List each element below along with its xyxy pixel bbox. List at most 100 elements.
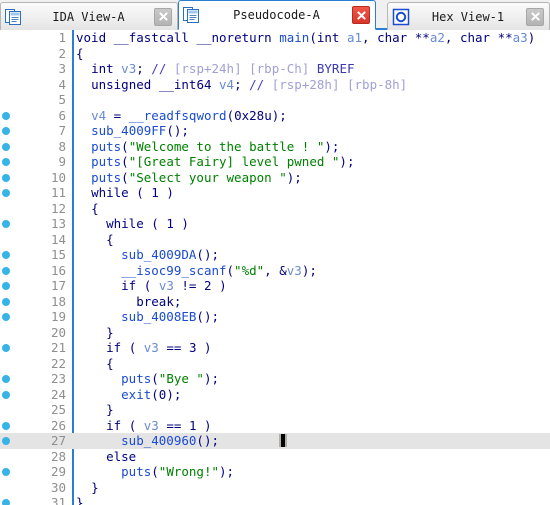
line-number: 28 <box>50 448 66 464</box>
hex-icon <box>392 8 410 26</box>
line-source: break; <box>136 293 182 309</box>
line-number: 13 <box>50 216 66 231</box>
code-line[interactable]: 9 puts("[Great Fairy] level pwned "); <box>0 154 550 170</box>
line-source: { <box>91 200 99 216</box>
line-number: 27 <box>50 433 66 448</box>
line-source: { <box>106 355 114 371</box>
line-source: if ( v3 == 3 ) <box>106 340 212 355</box>
line-number: 2 <box>58 45 66 61</box>
code-line[interactable]: 27 sub_400960(); <box>0 433 550 449</box>
code-line[interactable]: 20 } <box>0 325 550 341</box>
code-line[interactable]: 18 break; <box>0 294 550 310</box>
line-number: 30 <box>50 479 66 495</box>
code-line[interactable]: 23 puts("Bye "); <box>0 371 550 387</box>
code-line[interactable]: 24 exit(0); <box>0 387 550 403</box>
code-line[interactable]: 14 { <box>0 232 550 248</box>
line-source: int v3; // [rsp+24h] [rbp-Ch] BYREF <box>91 61 355 76</box>
code-line[interactable]: 26 if ( v3 == 1 ) <box>0 418 550 434</box>
tab-hex-view-1-close-icon[interactable] <box>526 7 544 26</box>
line-number: 22 <box>50 355 66 371</box>
code-line[interactable]: 28 else <box>0 449 550 465</box>
line-number: 17 <box>50 278 66 293</box>
code-line[interactable]: 16 __isoc99_scanf("%d", &v3); <box>0 263 550 279</box>
code-line[interactable]: 5 <box>0 92 550 108</box>
code-line[interactable]: 25 } <box>0 402 550 418</box>
line-source: else <box>106 448 137 464</box>
line-source: } <box>106 402 114 417</box>
line-number: 14 <box>50 231 66 247</box>
code-line[interactable]: 7 sub_4009FF(); <box>0 123 550 139</box>
line-number: 31 <box>50 495 66 505</box>
tab-hex-view-1[interactable]: Hex View-1 <box>387 2 550 30</box>
tab-pseudocode-a[interactable]: Pseudocode-A <box>178 0 376 30</box>
code-line[interactable]: 2{ <box>0 46 550 62</box>
code-line[interactable]: 3 int v3; // [rsp+24h] [rbp-Ch] BYREF <box>0 61 550 77</box>
line-number: 25 <box>50 402 66 417</box>
line-source: sub_400960(); <box>121 433 219 448</box>
line-source: sub_4009DA(); <box>121 247 219 262</box>
tab-label: Hex View-1 <box>431 9 505 24</box>
line-number: 20 <box>50 324 66 340</box>
code-line[interactable]: 22 { <box>0 356 550 372</box>
code-line[interactable]: 4 unsigned __int64 v4; // [rsp+28h] [rbp… <box>0 77 550 93</box>
line-number: 16 <box>50 262 66 278</box>
tab-bar: IDA View-A Pseudocode-A Hex View-1 <box>0 0 550 30</box>
line-source: sub_4008EB(); <box>121 309 219 324</box>
line-source: } <box>91 479 99 495</box>
tab-label: IDA View-A <box>52 9 125 24</box>
line-source: { <box>106 231 114 247</box>
line-source: if ( v3 != 2 ) <box>121 278 227 293</box>
document-icon <box>183 6 201 24</box>
line-source: while ( 1 ) <box>106 216 189 231</box>
code-line[interactable]: 29 puts("Wrong!"); <box>0 464 550 480</box>
line-number: 8 <box>58 138 66 154</box>
code-lines: 1 void __fastcall __noreturn main(int a1,… <box>0 30 550 505</box>
line-source: __isoc99_scanf("%d", &v3); <box>121 262 317 278</box>
line-number: 1 <box>58 30 66 45</box>
code-line[interactable]: 12 { <box>0 201 550 217</box>
code-line[interactable]: 10 puts("Select your weapon "); <box>0 170 550 186</box>
code-line[interactable]: 8 puts("Welcome to the battle ! "); <box>0 139 550 155</box>
line-number: 12 <box>50 200 66 216</box>
line-number: 19 <box>50 309 66 324</box>
line-number: 9 <box>58 154 66 169</box>
line-source: while ( 1 ) <box>91 185 174 200</box>
code-line[interactable]: 1 void __fastcall __noreturn main(int a1,… <box>0 30 550 46</box>
line-source: if ( v3 == 1 ) <box>106 417 212 433</box>
line-source: { <box>76 45 84 61</box>
line-number: 11 <box>50 185 66 200</box>
tab-pseudocode-a-close-icon[interactable] <box>352 6 370 24</box>
line-source: puts("Bye "); <box>121 371 220 386</box>
code-line[interactable]: 19 sub_4008EB(); <box>0 309 550 325</box>
code-line[interactable]: 11 while ( 1 ) <box>0 185 550 201</box>
tab-ida-view-a-close-icon[interactable] <box>154 7 172 26</box>
line-number: 5 <box>58 92 66 107</box>
code-line[interactable]: 17 if ( v3 != 2 ) <box>0 278 550 294</box>
line-number: 10 <box>50 169 66 185</box>
document-icon <box>5 8 23 26</box>
code-line[interactable]: 6 v4 = __readfsqword(0x28u); <box>0 108 550 124</box>
line-source: puts("[Great Fairy] level pwned "); <box>91 154 355 169</box>
pseudocode-editor[interactable]: 1 void __fastcall __noreturn main(int a1,… <box>0 30 550 505</box>
line-number: 23 <box>50 371 66 386</box>
code-line[interactable]: 13 while ( 1 ) <box>0 216 550 232</box>
line-number: 3 <box>58 61 66 76</box>
line-number: 26 <box>50 417 66 433</box>
line-source: } <box>76 495 84 505</box>
code-line[interactable]: 31} <box>0 495 550 505</box>
code-line[interactable]: 30 } <box>0 480 550 496</box>
line-source: v4 = __readfsqword(0x28u); <box>91 107 287 123</box>
line-number: 29 <box>50 464 66 479</box>
text-caret <box>281 434 285 447</box>
line-source: unsigned __int64 v4; // [rsp+28h] [rbp-8… <box>91 76 408 92</box>
code-line[interactable]: 21 if ( v3 == 3 ) <box>0 340 550 356</box>
line-number: 6 <box>58 107 66 123</box>
tab-ida-view-a[interactable]: IDA View-A <box>0 2 178 30</box>
line-number: 21 <box>50 340 66 355</box>
line-source: exit(0); <box>121 386 182 402</box>
code-line[interactable]: 15 sub_4009DA(); <box>0 247 550 263</box>
line-source: sub_4009FF(); <box>91 123 189 138</box>
line-number: 24 <box>50 386 66 402</box>
line-source: } <box>106 324 114 340</box>
line-source: puts("Wrong!"); <box>121 464 235 479</box>
